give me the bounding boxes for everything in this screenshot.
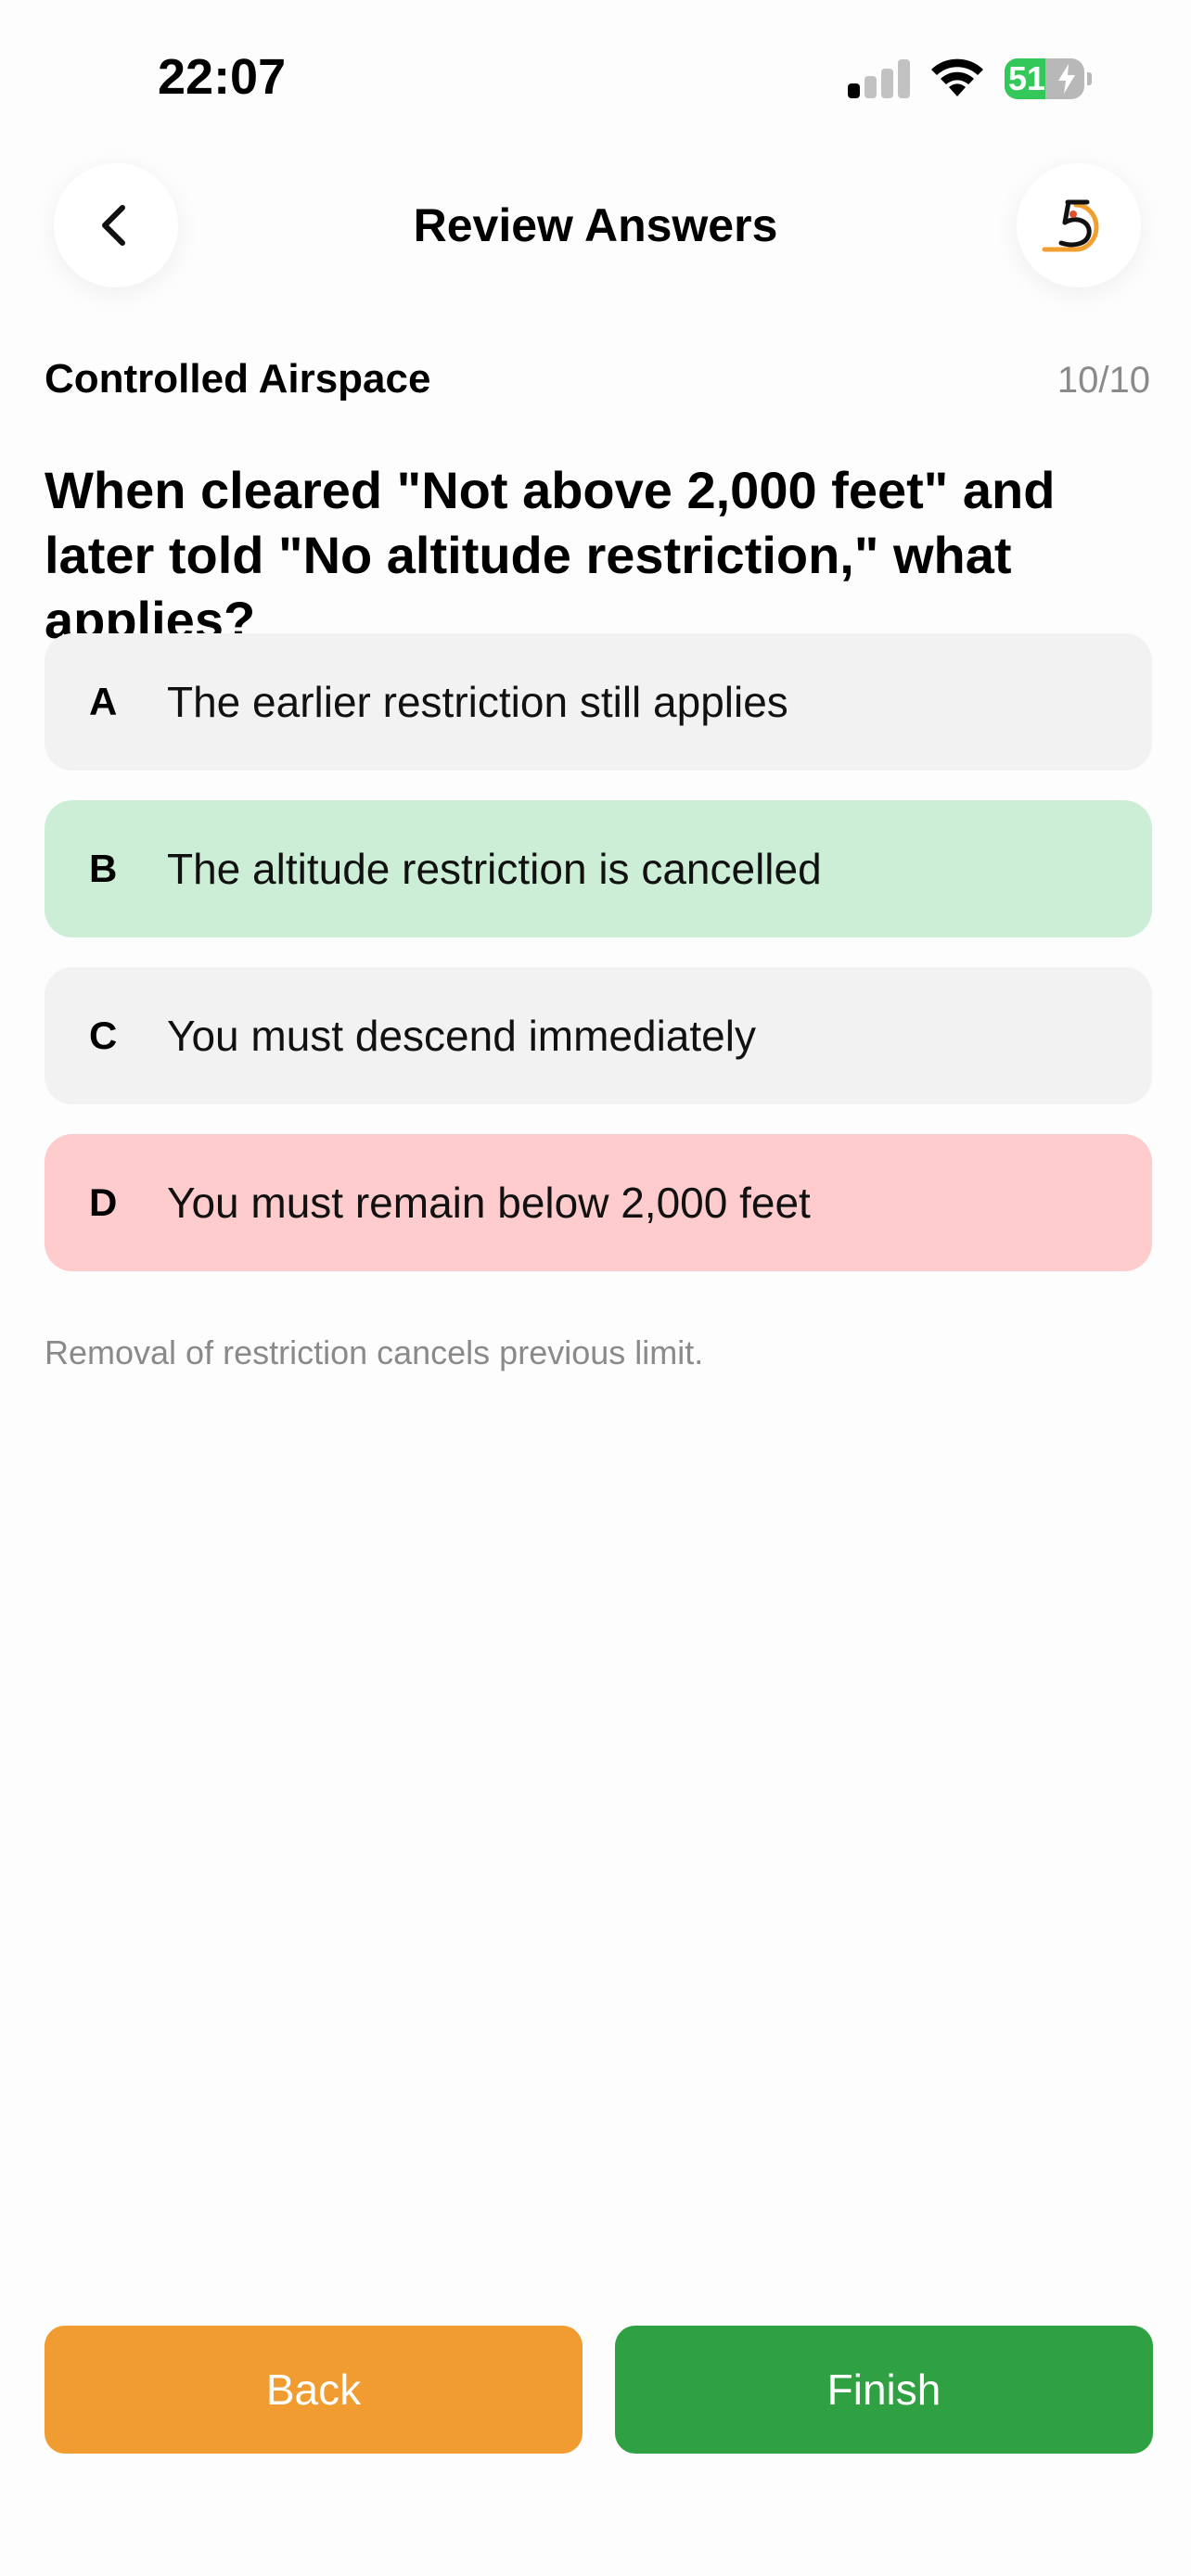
signal-bar-1 [848,83,860,98]
option-text: You must descend immediately [167,1012,756,1060]
battery-level: 51 [1008,59,1046,97]
option-text: The altitude restriction is cancelled [167,845,822,893]
page-title: Review Answers [413,199,778,251]
battery-body: 51 [1005,58,1084,99]
app-logo-button[interactable] [1017,163,1141,287]
answer-option-b[interactable]: B The altitude restriction is cancelled [45,800,1152,937]
battery-cap [1087,72,1092,85]
question-progress: 10/10 [1057,360,1150,401]
back-button[interactable]: Back [45,2326,583,2454]
battery-icon: 51 [1005,58,1092,99]
signal-bar-2 [864,76,877,98]
option-text: You must remain below 2,000 feet [167,1179,811,1227]
answer-explanation: Removal of restriction cancels previous … [45,1333,704,1371]
answer-option-a[interactable]: A The earlier restriction still applies [45,633,1152,771]
answer-options: A The earlier restriction still applies … [45,633,1152,1301]
option-text: The earlier restriction still applies [167,678,788,726]
question-text: When cleared "Not above 2,000 feet" and … [45,461,1056,649]
finish-button[interactable]: Finish [615,2326,1153,2454]
status-bar: 22:07 51 [0,0,1191,148]
option-letter: B [89,847,118,890]
app-logo-5-icon [1042,199,1099,252]
signal-bar-4 [898,59,910,98]
answer-option-d[interactable]: D You must remain below 2,000 feet [45,1134,1152,1271]
status-time: 22:07 [158,49,287,105]
answer-option-c[interactable]: C You must descend immediately [45,967,1152,1104]
charging-bolt-icon [1058,64,1075,94]
option-letter: D [89,1180,118,1224]
cellular-signal-icon [848,59,911,98]
option-letter: A [89,680,118,723]
wifi-icon [931,58,983,96]
header: Review Answers [0,158,1191,293]
quiz-category: Controlled Airspace [45,356,431,402]
option-letter: C [89,1014,118,1057]
signal-bar-3 [881,69,893,98]
